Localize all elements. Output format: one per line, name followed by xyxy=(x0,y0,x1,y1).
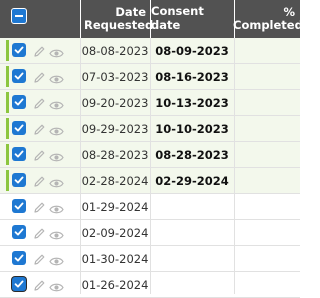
pencil-icon[interactable] xyxy=(33,251,46,265)
consent-date-cell xyxy=(150,272,234,298)
date-requested-cell: 01-29-2024 xyxy=(81,200,149,214)
checkmark-icon xyxy=(14,280,24,288)
date-requested-cell: 08-28-2023 xyxy=(81,148,149,162)
date-requested-cell: 07-03-2023 xyxy=(81,70,149,84)
pencil-icon[interactable] xyxy=(33,121,46,135)
row-checkbox[interactable] xyxy=(12,95,26,109)
consent-table: Date Requested Consent date % Completed … xyxy=(0,0,303,298)
consented-indicator xyxy=(6,92,9,113)
consent-date-cell: 08-28-2023 xyxy=(155,148,229,162)
eye-icon[interactable] xyxy=(49,122,64,136)
row-checkbox[interactable] xyxy=(12,225,26,239)
date-requested-cell: 01-26-2024 xyxy=(81,278,149,292)
eye-icon[interactable] xyxy=(49,96,64,110)
pencil-icon[interactable] xyxy=(33,95,46,109)
row-checkbox[interactable] xyxy=(12,121,26,135)
consented-indicator xyxy=(6,118,9,139)
eye-icon[interactable] xyxy=(49,252,64,266)
consent-date-cell: 08-09-2023 xyxy=(155,44,229,58)
consent-date-cell xyxy=(150,220,234,246)
eye-icon[interactable] xyxy=(49,278,64,292)
date-requested-cell: 02-28-2024 xyxy=(81,174,149,188)
row-checkbox[interactable] xyxy=(12,251,26,265)
checkmark-icon xyxy=(14,228,24,236)
date-requested-header-label: Date Requested xyxy=(84,5,154,32)
select-all-checkbox[interactable] xyxy=(11,8,27,24)
eye-icon[interactable] xyxy=(49,226,64,240)
consent-date-cell: 10-13-2023 xyxy=(155,96,229,110)
checkmark-icon xyxy=(14,124,24,132)
pct-completed-header-label: % Completed xyxy=(233,5,303,32)
checkmark-icon xyxy=(14,202,24,210)
row-checkbox[interactable] xyxy=(12,147,26,161)
consent-date-header[interactable]: Consent date xyxy=(150,0,234,38)
eye-icon[interactable] xyxy=(49,70,64,84)
date-requested-cell: 02-09-2024 xyxy=(81,226,149,240)
row-checkbox[interactable] xyxy=(12,173,26,187)
pencil-icon[interactable] xyxy=(33,69,46,83)
checkmark-icon xyxy=(14,176,24,184)
checkmark-icon xyxy=(14,46,24,54)
consented-indicator xyxy=(6,170,9,191)
eye-icon[interactable] xyxy=(49,200,64,214)
pencil-icon[interactable] xyxy=(33,225,46,239)
eye-icon[interactable] xyxy=(49,174,64,188)
consent-date-cell xyxy=(150,194,234,220)
eye-icon[interactable] xyxy=(49,148,64,162)
checkmark-icon xyxy=(14,150,24,158)
consent-date-cell xyxy=(150,246,234,272)
date-requested-cell: 09-20-2023 xyxy=(81,96,149,110)
pct-completed-header[interactable]: % Completed xyxy=(233,0,303,38)
consent-date-cell: 02-29-2024 xyxy=(155,174,229,188)
column-divider xyxy=(80,38,81,294)
row-checkbox[interactable] xyxy=(12,277,26,291)
consent-date-cell: 10-10-2023 xyxy=(155,122,229,136)
pencil-icon[interactable] xyxy=(33,277,46,291)
column-divider xyxy=(150,38,151,294)
date-requested-cell: 08-08-2023 xyxy=(81,44,149,58)
date-requested-cell: 09-29-2023 xyxy=(81,122,149,136)
consented-indicator xyxy=(6,40,9,61)
date-requested-cell: 01-30-2024 xyxy=(81,252,149,266)
checkmark-icon xyxy=(14,72,24,80)
pencil-icon[interactable] xyxy=(33,147,46,161)
checkmark-icon xyxy=(14,98,24,106)
consent-date-cell: 08-16-2023 xyxy=(155,70,229,84)
column-divider xyxy=(234,38,235,294)
consent-date-header-label: Consent date xyxy=(151,4,204,32)
table-header: Date Requested Consent date % Completed xyxy=(0,0,303,38)
pencil-icon[interactable] xyxy=(33,173,46,187)
checkmark-icon xyxy=(14,254,24,262)
row-checkbox[interactable] xyxy=(12,69,26,83)
row-checkbox[interactable] xyxy=(12,43,26,57)
row-checkbox[interactable] xyxy=(12,199,26,213)
date-requested-header[interactable]: Date Requested xyxy=(80,0,154,38)
pencil-icon[interactable] xyxy=(33,199,46,213)
eye-icon[interactable] xyxy=(49,44,64,58)
consented-indicator xyxy=(6,66,9,87)
pencil-icon[interactable] xyxy=(33,43,46,57)
consented-indicator xyxy=(6,144,9,165)
select-column-header xyxy=(0,0,80,38)
